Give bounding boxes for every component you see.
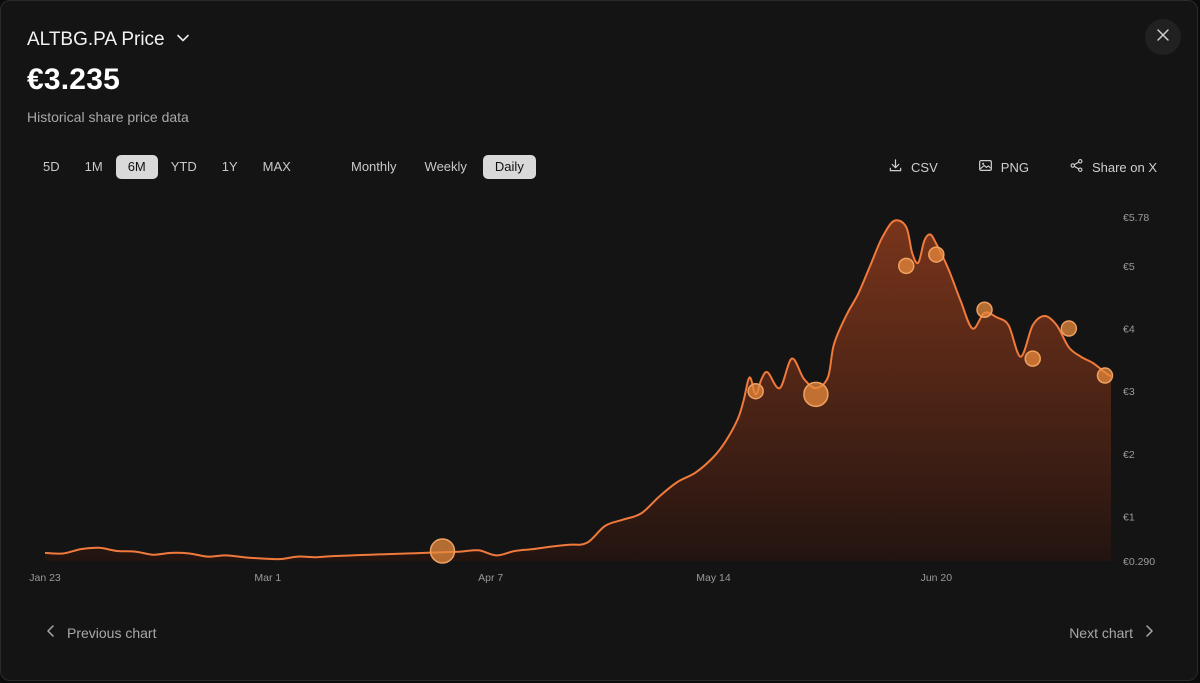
range-selector: 5D 1M 6M YTD 1Y MAX (31, 155, 304, 179)
chart-title: ALTBG.PA Price (27, 29, 165, 50)
event-marker (897, 257, 915, 275)
event-marker (976, 301, 993, 318)
y-tick-label: €5 (1123, 261, 1135, 273)
y-tick-label: €3 (1123, 386, 1135, 398)
x-tick-label: Apr 7 (478, 572, 503, 584)
price-area (45, 220, 1111, 561)
next-chart-button[interactable]: Next chart (1069, 624, 1155, 641)
chevron-down-icon (173, 30, 191, 51)
price-chart-svg: €0.290 €1 €2 €3 €4 €5 €5.78 Jan 23 Mar 1 Apr 7 Ma… (29, 212, 1155, 584)
chart-subtitle: Historical share price data (27, 109, 189, 125)
close-button[interactable] (1145, 19, 1181, 55)
chart-navigation: Previous chart Next chart (1, 624, 1197, 648)
y-tick-label: €2 (1123, 449, 1135, 461)
csv-button[interactable]: CSV (888, 155, 938, 179)
next-chart-label: Next chart (1069, 624, 1133, 641)
event-marker (928, 246, 945, 263)
png-label: PNG (1000, 159, 1029, 175)
previous-chart-button[interactable]: Previous chart (45, 624, 156, 641)
chevron-right-icon (1143, 624, 1155, 641)
x-tick-label: Jun 20 (921, 572, 953, 584)
x-tick-label: Mar 1 (254, 572, 281, 584)
range-1y[interactable]: 1Y (210, 155, 250, 179)
download-icon (888, 158, 903, 176)
close-icon (1156, 28, 1170, 47)
chart-modal: ALTBG.PA Price €3.235 Historical share p… (0, 0, 1198, 681)
previous-chart-label: Previous chart (67, 624, 157, 641)
range-1m[interactable]: 1M (73, 155, 115, 179)
x-tick-label: May 14 (696, 572, 731, 584)
event-marker (1060, 320, 1078, 337)
export-actions: CSV PNG Share on X (888, 155, 1157, 179)
chart-controls: 5D 1M 6M YTD 1Y MAX Monthly Weekly Daily… (1, 155, 1197, 181)
share-icon (1069, 158, 1084, 176)
image-icon (978, 158, 993, 176)
event-marker (803, 381, 829, 408)
y-tick-label: €4 (1123, 324, 1135, 336)
freq-monthly[interactable]: Monthly (339, 155, 409, 179)
share-on-x-button[interactable]: Share on X (1069, 155, 1157, 179)
freq-daily[interactable]: Daily (482, 155, 536, 179)
event-marker (747, 382, 764, 400)
y-tick-label: €0.290 (1123, 556, 1155, 568)
y-tick-label: €1 (1123, 512, 1135, 524)
range-ytd[interactable]: YTD (159, 155, 209, 179)
event-marker (429, 538, 456, 564)
share-label: Share on X (1091, 159, 1157, 175)
event-marker (1096, 367, 1114, 384)
png-button[interactable]: PNG (978, 155, 1029, 179)
x-tick-label: Jan 23 (29, 572, 61, 584)
range-6m[interactable]: 6M (115, 155, 158, 179)
range-5d[interactable]: 5D (31, 155, 72, 179)
freq-weekly[interactable]: Weekly (413, 155, 479, 179)
y-tick-label: €5.78 (1123, 212, 1149, 224)
range-max[interactable]: MAX (251, 155, 303, 179)
price-chart: €0.290 €1 €2 €3 €4 €5 €5.78 Jan 23 Mar 1 Apr 7 Ma… (1, 197, 1197, 597)
event-marker (1024, 350, 1041, 367)
frequency-selector: Monthly Weekly Daily (339, 155, 540, 179)
csv-label: CSV (911, 159, 938, 175)
chevron-left-icon (45, 624, 57, 641)
ticker-selector[interactable]: ALTBG.PA Price (27, 29, 191, 51)
current-price: €3.235 (27, 63, 120, 96)
